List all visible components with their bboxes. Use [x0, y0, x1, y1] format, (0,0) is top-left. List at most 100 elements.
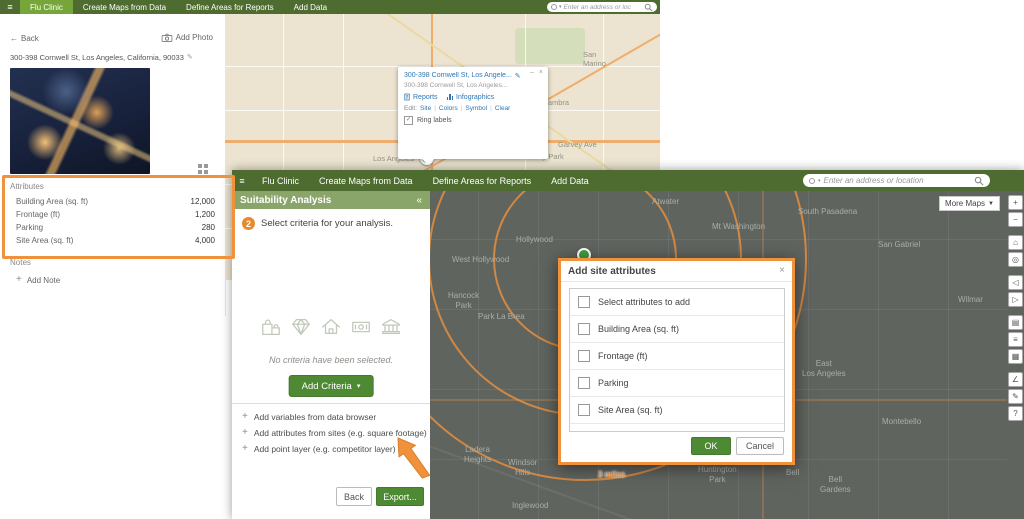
panel-title: Suitability Analysis — [240, 194, 332, 206]
annotation-highlight-attributes — [2, 175, 235, 259]
close-icon[interactable]: × — [539, 69, 543, 76]
search-placeholder: Enter an address or loc — [563, 3, 631, 11]
ok-button[interactable]: OK — [691, 437, 731, 455]
edit-link-colors[interactable]: Colors — [439, 105, 458, 112]
tab-flu-clinic[interactable]: Flu Clinic — [252, 170, 309, 191]
separator: | — [490, 105, 492, 112]
bookmarks-button[interactable]: ▤ — [1008, 315, 1023, 330]
tab-flu-clinic[interactable]: Flu Clinic — [20, 0, 73, 14]
app-header: ≡ Flu Clinic Create Maps from Data Define … — [0, 0, 660, 14]
layers-icon: ≡ — [1013, 334, 1018, 344]
step-instruction: Select criteria for your analysis. — [261, 218, 393, 229]
search-input[interactable]: ▾ Enter an address or location — [803, 174, 990, 187]
map-label-inglewood: Inglewood — [512, 501, 549, 510]
ring-labels-checkbox[interactable]: ✓ — [404, 116, 413, 125]
map-label-wilmar: Wilmar — [958, 295, 983, 304]
street-line — [808, 191, 809, 519]
menu-icon[interactable]: ≡ — [232, 170, 252, 191]
search-input[interactable]: ▾ Enter an address or loc — [547, 2, 657, 12]
ring-labels-label: Ring labels — [417, 117, 452, 124]
add-criteria-button[interactable]: Add Criteria ▾ — [288, 375, 374, 397]
grid-view-icon[interactable] — [198, 164, 202, 168]
panel-link-label: Add variables from data browser — [253, 412, 377, 422]
dialog-row-parking[interactable]: Parking — [570, 370, 784, 397]
checkbox-icon[interactable] — [578, 323, 590, 335]
back-button[interactable]: ← Back — [10, 34, 39, 43]
search-icon — [974, 176, 984, 186]
previous-extent-icon: ◁ — [1012, 277, 1019, 287]
map-label-atwater: Atwater — [652, 197, 680, 206]
map-tools-toolbar: + − ⌂ ◎ ◁ ▷ ▤ ≡ ▦ ∠ ✎? — [1007, 191, 1024, 519]
cancel-button[interactable]: Cancel — [736, 437, 784, 455]
add-note-button[interactable]: + Add Note — [16, 275, 60, 285]
tab-bar: Flu Clinic Create Maps from Data Define Ar… — [20, 0, 337, 14]
search-icon — [644, 3, 653, 12]
checkbox-icon[interactable] — [578, 350, 590, 362]
zoom-out-button[interactable]: − — [1008, 212, 1023, 227]
edit-pencil-icon[interactable]: ✎ — [515, 72, 521, 80]
map-label-garvey-ave: Garvey Ave — [558, 140, 597, 149]
map-label-hollywood: Hollywood — [516, 235, 553, 244]
dialog-row-label: Site Area (sq. ft) — [598, 405, 663, 415]
caret-down-icon: ▾ — [356, 383, 361, 390]
checkbox-icon[interactable] — [578, 296, 590, 308]
back-button[interactable]: Back — [336, 487, 372, 506]
next-extent-button[interactable]: ▷ — [1008, 292, 1023, 307]
dialog-row-site-area-sq-ft[interactable]: Site Area (sq. ft) — [570, 397, 784, 424]
add-note-label: Add Note — [26, 275, 61, 285]
map-label-windsor-hills: Windsor Hills — [508, 458, 538, 477]
chevron-down-icon: ▾ — [559, 4, 562, 10]
address-text: 300-398 Cornwell St, Los Angeles, Califo… — [10, 53, 184, 62]
bookmarks-icon: ▤ — [1011, 317, 1020, 327]
app-header: ≡ Flu Clinic Create Maps from Data Define … — [232, 170, 1024, 191]
dialog-row-building-area-sq-ft[interactable]: Building Area (sq. ft) — [570, 316, 784, 343]
zoom-in-button[interactable]: + — [1008, 195, 1023, 210]
minimize-icon[interactable]: – — [530, 69, 534, 76]
bar-chart-icon — [446, 94, 454, 100]
basemap-button[interactable]: ▦ — [1008, 349, 1023, 364]
tab-define-areas-for-reports[interactable]: Define Areas for Reports — [176, 0, 284, 14]
more-maps-button[interactable]: More Maps ▼ — [939, 196, 1000, 211]
panel-link-add-variables-from-data-browser[interactable]: + Add variables from data browser — [242, 409, 428, 425]
map-label-bell-gardens: Bell Gardens — [820, 475, 851, 494]
help-button[interactable]: ? — [1008, 406, 1023, 421]
measure-button[interactable]: ∠ — [1008, 372, 1023, 387]
edit-link-clear[interactable]: Clear — [495, 105, 511, 112]
export-button[interactable]: Export... — [376, 487, 424, 506]
tab-add-data[interactable]: Add Data — [284, 0, 337, 14]
shopping-bags-icon — [262, 319, 280, 335]
add-photo-button[interactable]: Add Photo — [161, 33, 213, 42]
locate-button[interactable]: ◎ — [1008, 252, 1023, 267]
menu-icon[interactable]: ≡ — [0, 0, 20, 14]
dialog-row-frontage-ft[interactable]: Frontage (ft) — [570, 343, 784, 370]
collapse-panel-icon[interactable]: « — [416, 195, 422, 206]
edit-pencil-icon[interactable]: ✎ — [187, 53, 193, 62]
checkbox-icon[interactable] — [578, 404, 590, 416]
edit-link-symbol[interactable]: Symbol — [465, 105, 487, 112]
infographics-link[interactable]: Infographics — [446, 93, 495, 101]
tab-add-data[interactable]: Add Data — [541, 170, 599, 191]
infographics-label: Infographics — [456, 93, 495, 101]
reports-link[interactable]: Reports — [404, 93, 438, 101]
tab-create-maps-from-data[interactable]: Create Maps from Data — [73, 0, 176, 14]
popup-title[interactable]: 300-398 Cornwell St, Los Angele... — [404, 72, 512, 80]
close-icon[interactable]: × — [779, 266, 785, 276]
site-photo[interactable] — [10, 68, 150, 174]
edit-link-site[interactable]: Site — [420, 105, 431, 112]
ok-label: OK — [704, 441, 718, 451]
empty-state-text: No criteria have been selected. — [268, 355, 394, 365]
add-site-attributes-dialog: Add site attributes × Select attributes … — [558, 258, 795, 465]
layers-button[interactable]: ≡ — [1008, 332, 1023, 347]
draw-button[interactable]: ✎ — [1008, 389, 1023, 404]
cancel-label: Cancel — [745, 441, 774, 451]
previous-extent-button[interactable]: ◁ — [1008, 275, 1023, 290]
home-button[interactable]: ⌂ — [1008, 235, 1023, 250]
dialog-row-select-attributes-to-add[interactable]: Select attributes to add — [570, 289, 784, 316]
map-label-san-marino: San Marino — [583, 50, 606, 68]
camera-icon — [161, 33, 172, 42]
add-criteria-label: Add Criteria — [301, 380, 352, 392]
tab-create-maps-from-data[interactable]: Create Maps from Data — [309, 170, 423, 191]
tab-define-areas-for-reports[interactable]: Define Areas for Reports — [423, 170, 542, 191]
checkbox-icon[interactable] — [578, 377, 590, 389]
more-maps-label: More Maps — [945, 199, 986, 208]
